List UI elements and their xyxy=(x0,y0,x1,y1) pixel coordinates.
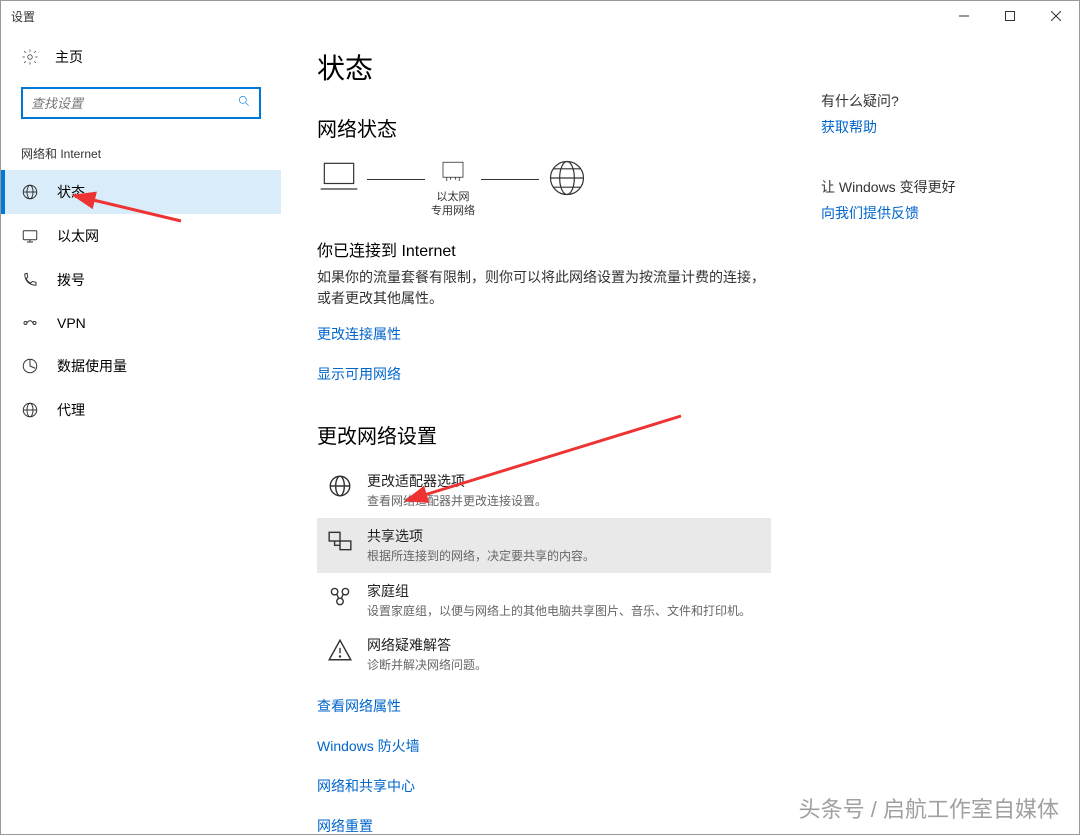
link-show-available-networks[interactable]: 显示可用网络 xyxy=(317,364,401,384)
search-icon xyxy=(229,94,259,113)
connected-heading: 你已连接到 Internet xyxy=(317,237,771,261)
setting-title: 共享选项 xyxy=(367,526,595,546)
vpn-icon xyxy=(21,314,39,332)
setting-desc: 设置家庭组，以便与网络上的其他电脑共享图片、音乐、文件和打印机。 xyxy=(367,603,751,620)
titlebar: 设置 xyxy=(1,1,1079,31)
minimize-button[interactable] xyxy=(941,1,987,31)
setting-title: 家庭组 xyxy=(367,581,751,601)
nav-dialup[interactable]: 拨号 xyxy=(1,258,281,302)
globe-icon xyxy=(21,183,39,201)
setting-homegroup[interactable]: 家庭组设置家庭组，以便与网络上的其他电脑共享图片、音乐、文件和打印机。 xyxy=(317,573,771,628)
setting-desc: 查看网络适配器并更改连接设置。 xyxy=(367,493,547,510)
setting-troubleshoot[interactable]: 网络疑难解答诊断并解决网络问题。 xyxy=(317,627,771,682)
network-status-heading: 网络状态 xyxy=(317,113,771,142)
homegroup-icon xyxy=(327,583,353,609)
adapter-icon xyxy=(327,473,353,499)
setting-desc: 根据所连接到的网络，决定要共享的内容。 xyxy=(367,548,595,565)
setting-sharing-options[interactable]: 共享选项根据所连接到的网络，决定要共享的内容。 xyxy=(317,518,771,573)
connection-line xyxy=(481,179,539,181)
search-box[interactable] xyxy=(21,87,261,119)
improve-title: 让 Windows 变得更好 xyxy=(821,177,1041,197)
setting-title: 网络疑难解答 xyxy=(367,635,487,655)
link-network-properties[interactable]: 查看网络属性 xyxy=(317,696,401,716)
search-input[interactable] xyxy=(23,96,229,111)
link-network-sharing-center[interactable]: 网络和共享中心 xyxy=(317,776,415,796)
connected-description: 如果你的流量套餐有限制，则你可以将此网络设置为按流量计费的连接，或者更改其他属性… xyxy=(317,267,771,310)
setting-adapter-options[interactable]: 更改适配器选项查看网络适配器并更改连接设置。 xyxy=(317,463,771,518)
nav-label: VPN xyxy=(57,315,86,331)
eth-label: 以太网 xyxy=(437,191,470,203)
nav-label: 代理 xyxy=(57,400,85,420)
link-get-help[interactable]: 获取帮助 xyxy=(821,117,877,137)
eth-sublabel: 专用网络 xyxy=(431,205,475,217)
sidebar: 主页 网络和 Internet 状态 以太网 拨号 VPN xyxy=(1,31,281,834)
window-title: 设置 xyxy=(11,8,35,25)
settings-window: 设置 主页 网络和 Internet 状态 以太网 xyxy=(0,0,1080,835)
laptop-icon xyxy=(317,156,361,200)
share-icon xyxy=(327,528,353,554)
watermark: 头条号 / 启航工作室自媒体 xyxy=(799,792,1059,824)
home-row[interactable]: 主页 xyxy=(1,41,281,73)
link-change-connection-properties[interactable]: 更改连接属性 xyxy=(317,324,401,344)
ethernet-port-icon xyxy=(438,156,468,186)
nav-label: 状态 xyxy=(57,182,85,202)
setting-title: 更改适配器选项 xyxy=(367,471,547,491)
link-feedback[interactable]: 向我们提供反馈 xyxy=(821,203,919,223)
main-panel: 状态 网络状态 以太网专用网络 你已连接到 Internet xyxy=(281,31,811,834)
change-settings-heading: 更改网络设置 xyxy=(317,420,771,449)
ethernet-icon xyxy=(21,227,39,245)
page-title: 状态 xyxy=(317,47,771,87)
nav-label: 数据使用量 xyxy=(57,356,127,376)
link-network-reset[interactable]: 网络重置 xyxy=(317,816,373,834)
help-title: 有什么疑问? xyxy=(821,91,1041,111)
nav-proxy[interactable]: 代理 xyxy=(1,388,281,432)
nav-label: 拨号 xyxy=(57,270,85,290)
sidebar-group-label: 网络和 Internet xyxy=(1,145,281,162)
nav-ethernet[interactable]: 以太网 xyxy=(1,214,281,258)
aside-panel: 有什么疑问? 获取帮助 让 Windows 变得更好 向我们提供反馈 xyxy=(811,31,1071,834)
network-diagram: 以太网专用网络 xyxy=(317,156,771,219)
data-icon xyxy=(21,357,39,375)
connection-line xyxy=(367,179,425,181)
link-windows-firewall[interactable]: Windows 防火墙 xyxy=(317,736,420,756)
phone-icon xyxy=(21,271,39,289)
maximize-button[interactable] xyxy=(987,1,1033,31)
globe-icon xyxy=(545,156,589,200)
close-button[interactable] xyxy=(1033,1,1079,31)
nav-label: 以太网 xyxy=(57,226,99,246)
nav-vpn[interactable]: VPN xyxy=(1,302,281,344)
home-label: 主页 xyxy=(55,47,83,67)
proxy-icon xyxy=(21,401,39,419)
warning-icon xyxy=(327,637,353,663)
nav-data-usage[interactable]: 数据使用量 xyxy=(1,344,281,388)
nav-status[interactable]: 状态 xyxy=(1,170,281,214)
gear-icon xyxy=(21,48,39,66)
setting-desc: 诊断并解决网络问题。 xyxy=(367,657,487,674)
